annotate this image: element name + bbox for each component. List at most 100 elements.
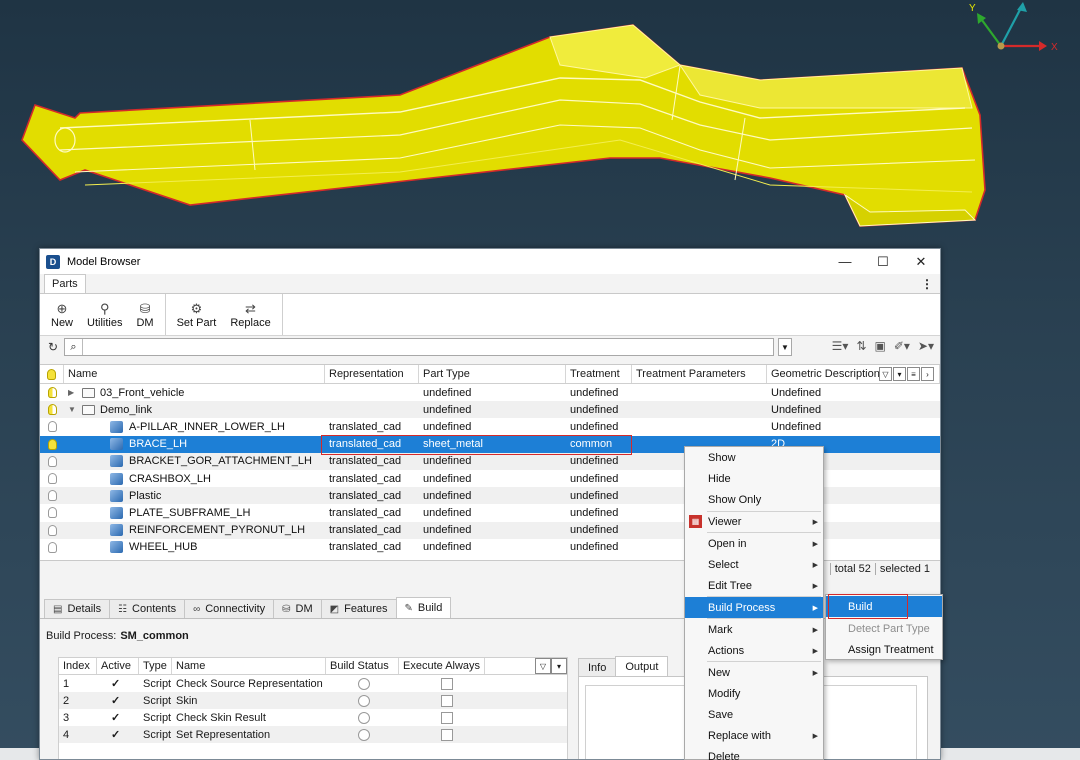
tab-details[interactable]: ▤ Details [44, 599, 111, 618]
tab-output[interactable]: Output [615, 656, 669, 676]
new-button[interactable]: ⊕ New [44, 294, 80, 335]
menu-edit-tree[interactable]: Edit Tree ▶ [685, 575, 823, 596]
filter-dropdown-icon[interactable]: ▾ [893, 367, 906, 381]
visibility-bulb-icon[interactable] [47, 421, 57, 433]
menu-select[interactable]: Select ▶ [685, 554, 823, 575]
visibility-bulb-icon[interactable] [47, 404, 57, 416]
dm-label: DM [136, 316, 154, 329]
tab-parts[interactable]: Parts [44, 274, 86, 293]
list-options-icon[interactable]: ☰▾ [832, 339, 849, 353]
menu-save[interactable]: Save [685, 704, 823, 725]
maximize-button[interactable]: ☐ [864, 249, 902, 274]
step-row[interactable]: 3 ✓ Script Check Skin Result [59, 709, 567, 726]
chevron-right-icon[interactable]: › [921, 367, 934, 381]
visibility-column-header[interactable] [40, 365, 64, 383]
submenu-detect-part-type[interactable]: Detect Part Type [826, 618, 942, 639]
tab-connectivity[interactable]: ∞ Connectivity [184, 599, 275, 618]
replace-button[interactable]: ⇄ Replace [223, 294, 277, 335]
visibility-bulb-icon[interactable] [47, 438, 57, 450]
pointer-icon[interactable]: ➤▾ [918, 339, 934, 353]
col-treatment[interactable]: Treatment [566, 365, 632, 383]
row-part-type: undefined [423, 506, 472, 519]
execute-always-checkbox[interactable] [441, 711, 453, 724]
menu-show[interactable]: Show [685, 447, 823, 468]
submenu-assign-treatment[interactable]: Assign Treatment [826, 639, 942, 660]
brace-lh-part-model[interactable] [0, 0, 1080, 248]
filter-icon[interactable]: ▽ [535, 658, 551, 674]
col-step-name[interactable]: Name [172, 658, 326, 674]
submenu-build[interactable]: Build [826, 596, 942, 617]
step-active-checkbox[interactable]: ✓ [97, 675, 139, 692]
menu-show-only[interactable]: Show Only [685, 489, 823, 510]
menu-hide[interactable]: Hide [685, 468, 823, 489]
search-icon[interactable]: ⌕ [65, 339, 83, 355]
col-treatment-params[interactable]: Treatment Parameters [632, 365, 767, 383]
menu-viewer[interactable]: ▦ Viewer ▶ [685, 511, 823, 532]
submenu-arrow-icon: ▶ [812, 518, 818, 526]
visibility-bulb-icon[interactable] [47, 524, 57, 536]
tab-label: Build [417, 602, 443, 614]
visibility-bulb-icon[interactable] [47, 541, 57, 553]
menu-build-process[interactable]: Build Process ▶ [685, 597, 823, 618]
step-row[interactable]: 2 ✓ Script Skin [59, 692, 567, 709]
dm-button[interactable]: ⛁ DM [129, 294, 160, 335]
tab-features[interactable]: ◩ Features [320, 599, 397, 618]
visibility-bulb-icon[interactable] [47, 490, 57, 502]
table-row[interactable]: ▶ 03_Front_vehicle undefined undefined Un… [40, 384, 940, 401]
visibility-bulb-icon[interactable] [47, 473, 57, 485]
paint-icon[interactable]: ✐▾ [894, 339, 910, 353]
execute-always-checkbox[interactable] [441, 694, 453, 707]
col-type[interactable]: Type [139, 658, 172, 674]
step-name: Check Source Representation [176, 677, 323, 690]
search-input[interactable] [83, 340, 773, 354]
col-build-status[interactable]: Build Status [326, 658, 399, 674]
visibility-bulb-icon[interactable] [47, 387, 57, 399]
filter-dropdown-icon[interactable]: ▾ [551, 658, 567, 674]
menu-mark[interactable]: Mark ▶ [685, 619, 823, 640]
columns-icon[interactable]: ≡ [907, 367, 920, 381]
select-visible-icon[interactable]: ▣ [875, 339, 886, 353]
step-active-checkbox[interactable]: ✓ [97, 726, 139, 743]
step-active-checkbox[interactable]: ✓ [97, 692, 139, 709]
tab-dm[interactable]: ⛁ DM [273, 599, 322, 618]
menu-delete[interactable]: Delete [685, 746, 823, 760]
menu-modify[interactable]: Modify [685, 683, 823, 704]
filter-icon[interactable]: ▽ [879, 367, 892, 381]
title-bar[interactable]: D Model Browser — ☐ ✕ [40, 249, 940, 274]
col-execute-always[interactable]: Execute Always [399, 658, 485, 674]
features-icon: ◩ [329, 603, 340, 615]
close-button[interactable]: ✕ [902, 249, 940, 274]
sort-icon[interactable]: ⇅ [856, 339, 866, 353]
collapse-icon[interactable]: ▼ [68, 405, 78, 414]
visibility-bulb-icon[interactable] [47, 455, 57, 467]
col-active[interactable]: Active [97, 658, 139, 674]
expand-icon[interactable]: ▶ [68, 388, 78, 397]
col-name[interactable]: Name [64, 365, 325, 383]
menu-open-in[interactable]: Open in ▶ [685, 533, 823, 554]
tab-contents[interactable]: ☷ Contents [109, 599, 186, 618]
minimize-button[interactable]: — [826, 249, 864, 274]
col-index[interactable]: Index [59, 658, 97, 674]
menu-new[interactable]: New ▶ [685, 662, 823, 683]
visibility-bulb-icon[interactable] [47, 507, 57, 519]
step-row[interactable]: 1 ✓ Script Check Source Representation [59, 675, 567, 692]
more-options-icon[interactable]: ⋮ [921, 277, 933, 291]
step-row[interactable]: 4 ✓ Script Set Representation [59, 726, 567, 743]
tab-info[interactable]: Info [578, 658, 617, 676]
menu-actions[interactable]: Actions ▶ [685, 640, 823, 661]
execute-always-checkbox[interactable] [441, 677, 453, 690]
col-part-type[interactable]: Part Type [419, 365, 566, 383]
col-representation[interactable]: Representation [325, 365, 419, 383]
table-row[interactable]: ▼ Demo_link undefined undefined Undefined [40, 401, 940, 419]
execute-always-checkbox[interactable] [441, 728, 453, 741]
set-part-button[interactable]: ⚙ Set Part [170, 294, 224, 335]
table-row[interactable]: A-PILLAR_INNER_LOWER_LH translated_cad u… [40, 418, 940, 435]
search-box[interactable]: ⌕ [64, 338, 774, 356]
search-history-dropdown[interactable]: ▼ [778, 338, 792, 356]
utilities-button[interactable]: ⚲ Utilities [80, 294, 129, 335]
step-active-checkbox[interactable]: ✓ [97, 709, 139, 726]
tab-build[interactable]: ✎ Build [395, 597, 452, 618]
menu-replace-with[interactable]: Replace with ▶ [685, 725, 823, 746]
refresh-icon[interactable]: ↻ [44, 340, 62, 354]
row-rep: translated_cad [329, 472, 402, 485]
